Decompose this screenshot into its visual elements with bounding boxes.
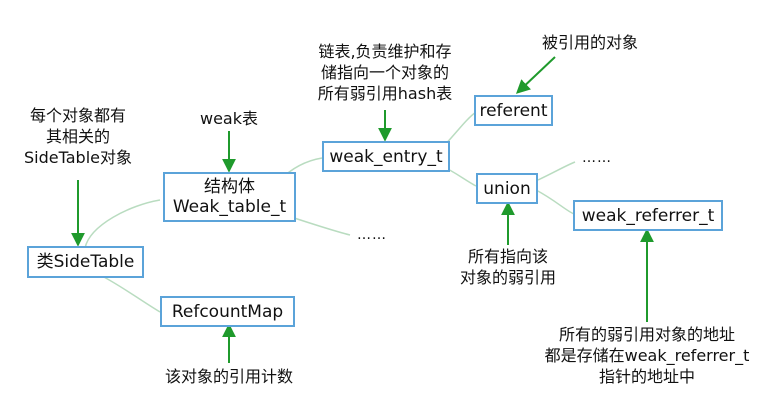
weak-entry-note-line: 所有弱引用hash表 — [317, 84, 453, 103]
connector-union-dots — [537, 161, 576, 181]
weak-table-label-line2: Weak_table_t — [172, 197, 287, 217]
union-node: union — [476, 173, 538, 204]
weak-entry-note: 链表,负责维护和存 储指向一个对象的 所有弱引用hash表 — [300, 41, 470, 104]
side-table-note-line: 其相关的 — [45, 127, 110, 146]
union-note: 所有指向该 对象的弱引用 — [440, 246, 576, 288]
weak-table-note-line: weak表 — [199, 109, 258, 128]
referent-note: 被引用的对象 — [528, 32, 652, 53]
weak-referrer-node: weak_referrer_t — [573, 200, 723, 231]
refcount-map-label: RefcountMap — [171, 301, 284, 322]
weak-table-label-line1: 结构体 — [204, 177, 255, 197]
weak-table-node: 结构体 Weak_table_t — [163, 172, 296, 222]
weak-referrer-note-line: 所有的弱引用对象的地址 — [558, 325, 735, 344]
refcount-note-line: 该对象的引用计数 — [164, 367, 293, 386]
referent-note-line: 被引用的对象 — [541, 33, 638, 52]
side-table-note-line: 每个对象都有 — [29, 106, 126, 125]
weak-referrer-label: weak_referrer_t — [581, 205, 715, 226]
refcount-note: 该对象的引用计数 — [140, 366, 318, 387]
connector-sidetable-weaktable — [84, 199, 161, 249]
weak-entry-node: weak_entry_t — [322, 141, 450, 172]
union-note-line: 对象的弱引用 — [459, 268, 556, 287]
weak-entry-note-line: 链表,负责维护和存 — [318, 42, 452, 61]
weak-entry-label: weak_entry_t — [329, 146, 443, 167]
weak-referrer-note: 所有的弱引用对象的地址 都是存储在weak_referrer_t 指针的地址中 — [525, 324, 769, 387]
referent-label: referent — [479, 100, 548, 121]
union-note-line: 所有指向该 — [467, 247, 548, 266]
weak-entry-note-line: 储指向一个对象的 — [320, 63, 449, 82]
referent-node: referent — [474, 95, 553, 126]
refcount-map-node: RefcountMap — [160, 296, 295, 327]
weak-table-ellipsis: …… — [357, 227, 387, 243]
side-table-note: 每个对象都有 其相关的 SideTable对象 — [10, 105, 146, 168]
connector-union-referrer — [535, 189, 575, 215]
side-table-note-line: SideTable对象 — [24, 148, 132, 167]
weak-table-note: weak表 — [186, 108, 272, 129]
union-label: union — [483, 178, 531, 199]
side-table-label: 类SideTable — [36, 252, 135, 272]
side-table-node: 类SideTable — [27, 246, 144, 278]
weak-referrer-note-line: 指针的地址中 — [598, 367, 695, 386]
union-ellipsis: …… — [582, 150, 612, 166]
arrow-referent-note — [515, 56, 556, 94]
weak-referrer-note-line: 都是存储在weak_referrer_t — [544, 346, 750, 365]
connector-sidetable-refcount — [99, 274, 161, 313]
